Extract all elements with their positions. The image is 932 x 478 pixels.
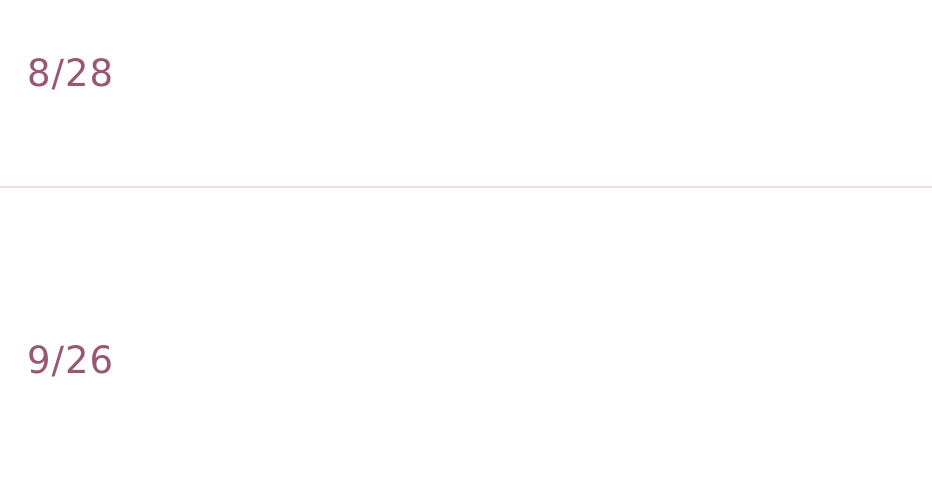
list-item-date: 8/28 <box>27 52 115 95</box>
list-item-date: 9/26 <box>27 339 115 382</box>
date-list: 8/28 9/26 <box>0 0 932 478</box>
list-item[interactable]: 8/28 <box>0 0 932 186</box>
list-item[interactable]: 9/26 <box>0 188 932 478</box>
